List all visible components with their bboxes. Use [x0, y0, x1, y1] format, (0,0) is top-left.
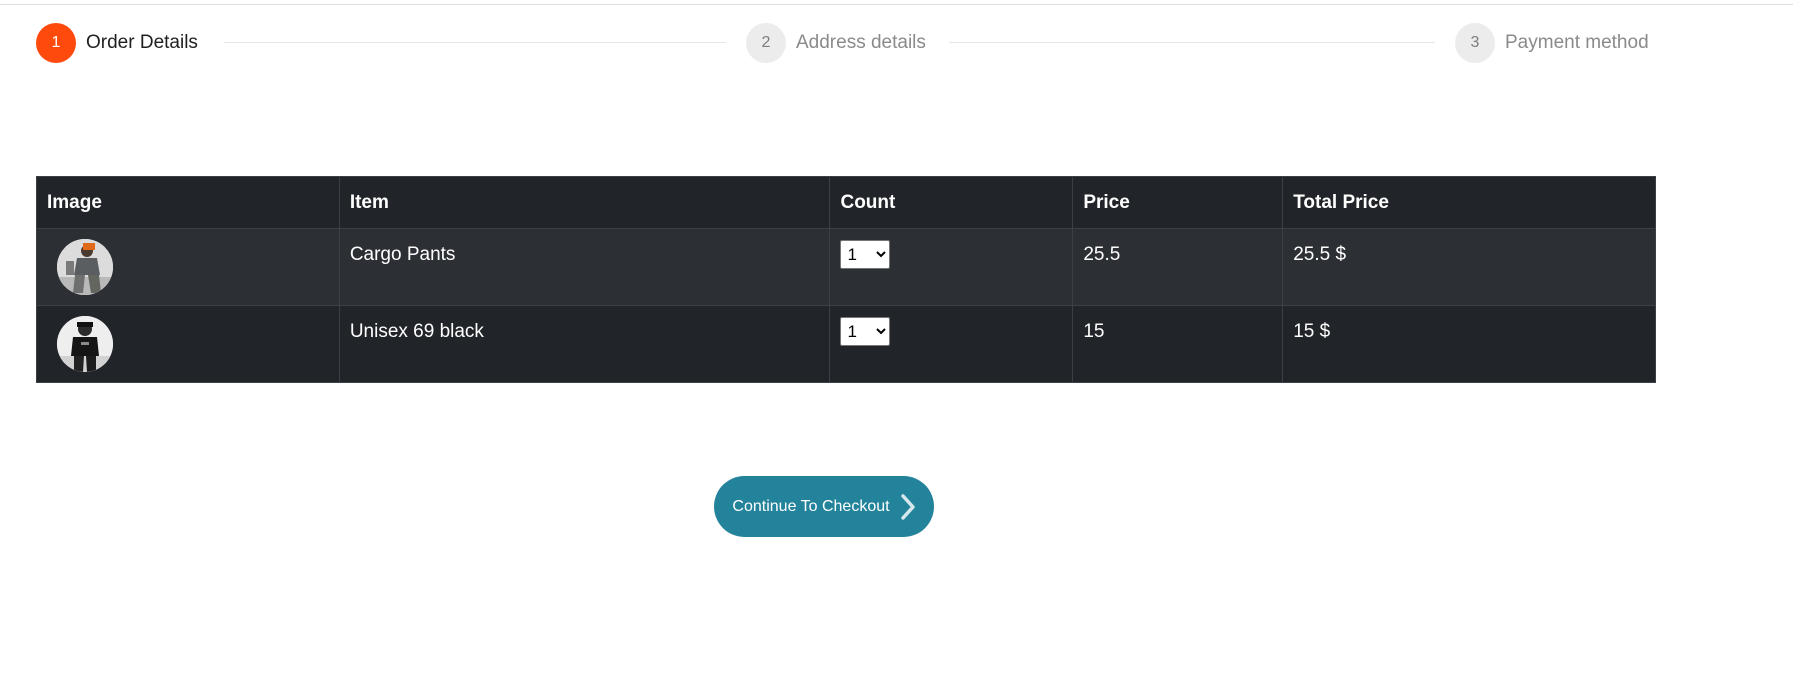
column-header-price: Price	[1072, 176, 1284, 229]
count-cell: 1	[829, 305, 1074, 383]
column-header-image: Image	[36, 176, 340, 229]
continue-to-checkout-button[interactable]: Continue To Checkout	[714, 476, 934, 537]
step-label: Payment method	[1505, 32, 1649, 53]
total-price-value: 25.5 $	[1282, 228, 1656, 306]
order-table: Image Item Count Price Total Price Cargo…	[36, 176, 1656, 383]
step-address-details[interactable]: 2 Address details	[746, 23, 926, 63]
top-border	[0, 0, 1793, 5]
step-number-badge: 2	[746, 23, 786, 63]
item-name: Unisex 69 black	[338, 305, 831, 383]
product-photo-icon	[57, 316, 113, 372]
chevron-right-icon	[900, 493, 916, 520]
table-row: Unisex 69 black 1 15 15 $	[36, 305, 1656, 383]
step-number-badge: 3	[1455, 23, 1495, 63]
price-value: 15	[1072, 305, 1284, 383]
table-header-row: Image Item Count Price Total Price	[36, 176, 1656, 229]
step-connector	[224, 42, 726, 43]
step-order-details[interactable]: 1 Order Details	[36, 23, 198, 63]
step-label: Address details	[796, 32, 926, 53]
step-connector	[949, 42, 1435, 43]
count-select[interactable]: 1	[840, 240, 891, 269]
column-header-total-price: Total Price	[1282, 176, 1656, 229]
product-photo-icon	[57, 239, 113, 295]
count-cell: 1	[829, 228, 1074, 306]
step-number-badge: 1	[36, 23, 76, 63]
step-label: Order Details	[86, 32, 198, 53]
checkout-stepper: 1 Order Details 2 Address details 3 Paym…	[36, 23, 1656, 63]
count-select[interactable]: 1	[840, 317, 891, 346]
price-value: 25.5	[1072, 228, 1284, 306]
checkout-button-label: Continue To Checkout	[732, 497, 890, 515]
column-header-item: Item	[338, 176, 831, 229]
step-payment-method[interactable]: 3 Payment method	[1455, 23, 1649, 63]
item-name: Cargo Pants	[338, 228, 831, 306]
image-cell	[36, 228, 340, 306]
total-price-value: 15 $	[1282, 305, 1656, 383]
column-header-count: Count	[829, 176, 1074, 229]
table-row: Cargo Pants 1 25.5 25.5 $	[36, 228, 1656, 306]
image-cell	[36, 305, 340, 383]
